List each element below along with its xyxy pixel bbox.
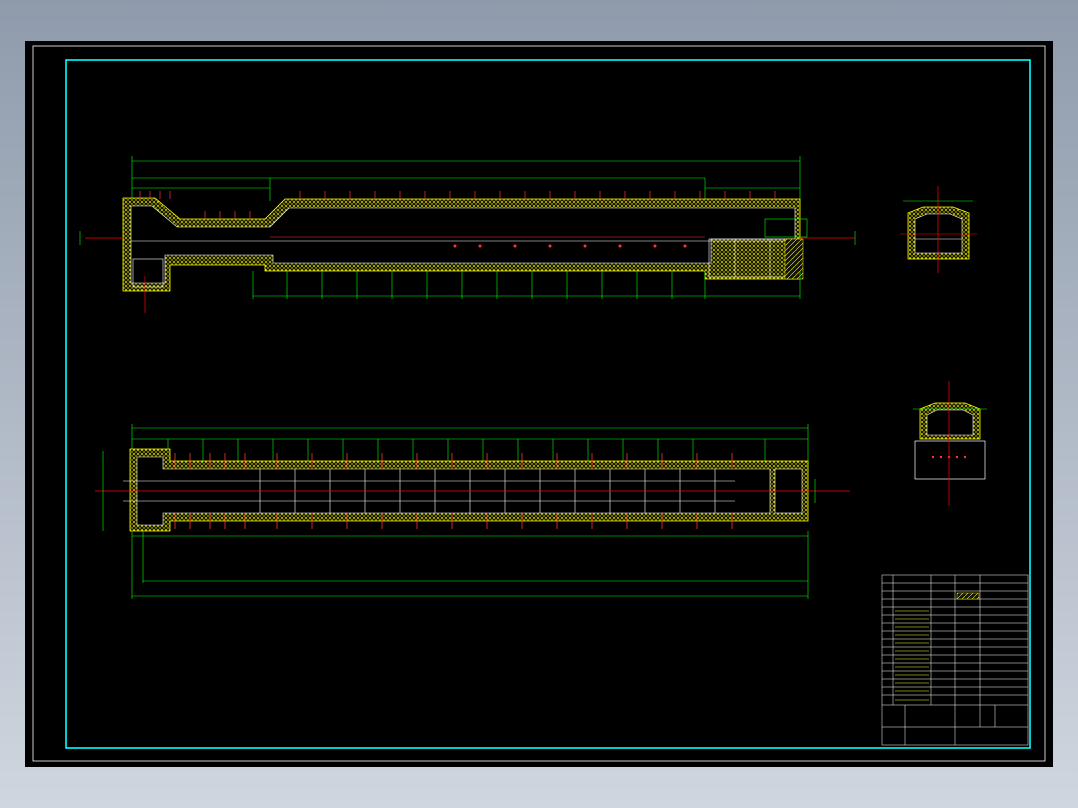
drawing-frame — [65, 59, 1031, 749]
elevation-chamber — [130, 205, 796, 284]
plan-view — [95, 424, 850, 599]
section-view-b — [913, 381, 987, 506]
furnace-drawing-canvas — [32, 45, 1046, 762]
title-block — [881, 574, 1029, 746]
drawing-sheet — [25, 41, 1053, 767]
section-view-a — [900, 186, 977, 273]
elevation-view — [79, 156, 856, 313]
